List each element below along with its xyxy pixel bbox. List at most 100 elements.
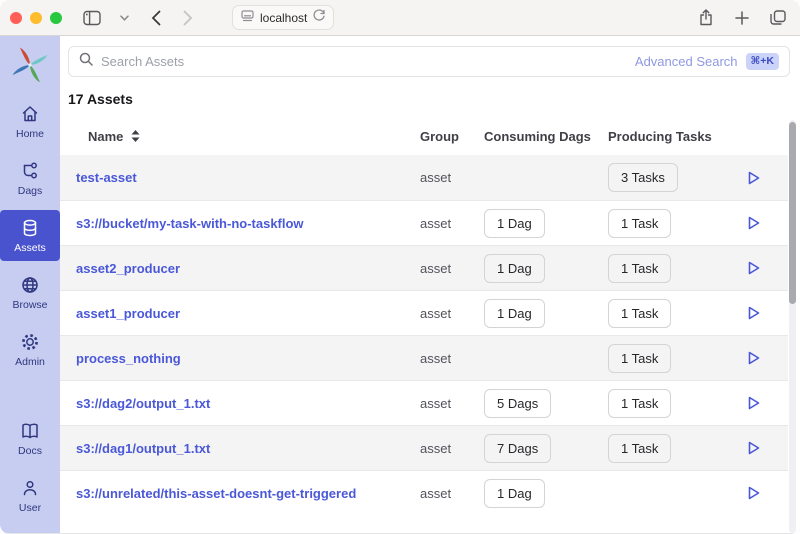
sidebar-item-docs[interactable]: Docs xyxy=(0,413,60,464)
play-icon xyxy=(748,441,760,455)
consuming-dags-button[interactable]: 1 Dag xyxy=(484,253,545,283)
toolbar-right xyxy=(694,6,790,30)
sidebar-item-label: Dags xyxy=(17,185,43,197)
search-input[interactable] xyxy=(101,54,627,69)
play-icon xyxy=(748,171,760,184)
producing-tasks-button[interactable]: 1 Task xyxy=(608,388,672,418)
asset-group: asset xyxy=(420,440,452,456)
asset-name-link[interactable]: s3://bucket/my-task-with-no-taskflow xyxy=(76,216,304,231)
trigger-asset-button[interactable] xyxy=(746,169,762,187)
asset-name-link[interactable]: test-asset xyxy=(76,170,137,185)
asset-group: asset xyxy=(420,485,452,501)
producing-tasks-button[interactable]: 1 Task xyxy=(608,433,672,463)
consuming-dags-button[interactable]: 7 Dags xyxy=(484,433,552,463)
assets-table: Name Group Consuming Dags Producing Task… xyxy=(60,117,788,515)
chevron-down-icon[interactable] xyxy=(112,6,136,30)
trigger-asset-button[interactable] xyxy=(746,214,762,232)
producing-tasks-button[interactable]: 1 Task xyxy=(608,343,672,373)
table-row: s3://bucket/my-task-with-no-taskflow ass… xyxy=(60,200,788,245)
scrollbar-thumb[interactable] xyxy=(789,122,796,304)
sidebar: Home Dags Assets Browse Admin Docs User xyxy=(0,36,60,533)
sidebar-nav: Home Dags Assets Browse Admin Docs User xyxy=(0,96,60,533)
asset-name-link[interactable]: s3://dag1/output_1.txt xyxy=(76,441,210,456)
producing-tasks-button[interactable]: 1 Task xyxy=(608,298,672,328)
home-icon xyxy=(20,104,40,124)
asset-search-box: Advanced Search ⌘+K xyxy=(68,46,790,77)
table-row: asset1_producer asset 1 Dag 1 Task xyxy=(60,290,788,335)
sidebar-item-admin[interactable]: Admin xyxy=(0,324,60,375)
consuming-dags-button[interactable]: 5 Dags xyxy=(484,388,552,418)
trigger-asset-button[interactable] xyxy=(746,349,762,367)
consuming-dags-button[interactable]: 1 Dag xyxy=(484,478,545,508)
asset-name-link[interactable]: asset1_producer xyxy=(76,306,180,321)
trigger-asset-button[interactable] xyxy=(746,259,762,277)
advanced-search-link[interactable]: Advanced Search xyxy=(635,54,738,69)
browser-toolbar: localhost xyxy=(0,0,800,36)
table-body: test-asset asset 3 Tasks s3://bucket/my-… xyxy=(60,155,788,515)
asset-group: asset xyxy=(420,215,452,231)
column-header-consuming-dags: Consuming Dags xyxy=(484,128,591,144)
new-tab-icon[interactable] xyxy=(730,6,754,30)
assets-count-heading: 17 Assets xyxy=(68,91,133,107)
sidebar-item-home[interactable]: Home xyxy=(0,96,60,147)
search-icon xyxy=(79,52,93,71)
sort-icon[interactable] xyxy=(131,130,140,142)
asset-name-link[interactable]: s3://dag2/output_1.txt xyxy=(76,396,210,411)
airflow-logo-icon[interactable] xyxy=(12,46,48,82)
share-icon[interactable] xyxy=(694,6,718,30)
close-window-button[interactable] xyxy=(10,11,22,24)
sidebar-item-label: Home xyxy=(15,128,44,140)
consuming-dags-button[interactable]: 1 Dag xyxy=(484,298,545,328)
sidebar-item-label: User xyxy=(18,502,42,514)
zoom-window-button[interactable] xyxy=(50,11,62,24)
user-icon xyxy=(20,478,40,498)
asset-group: asset xyxy=(420,170,452,185)
sidebar-item-label: Admin xyxy=(15,356,45,368)
sidebar-item-label: Browse xyxy=(12,299,48,311)
back-icon[interactable] xyxy=(144,6,168,30)
page-icon xyxy=(241,9,254,27)
sidebar-item-dags[interactable]: Dags xyxy=(0,153,60,204)
sidebar-toggle-icon[interactable] xyxy=(80,6,104,30)
play-icon xyxy=(748,351,760,365)
address-bar[interactable]: localhost xyxy=(232,5,335,30)
browser-window: localhost Home Dags Assets Browse Admin … xyxy=(0,0,800,534)
reload-icon[interactable] xyxy=(313,8,326,27)
scrollbar-track[interactable] xyxy=(789,120,796,533)
play-icon xyxy=(748,486,760,500)
table-row: process_nothing asset 1 Task xyxy=(60,335,788,380)
main-content: Advanced Search ⌘+K 17 Assets Name Group… xyxy=(60,36,800,533)
table-row: s3://dag2/output_1.txt asset 5 Dags 1 Ta… xyxy=(60,380,788,425)
sidebar-item-user[interactable]: User xyxy=(0,470,60,521)
asset-group: asset xyxy=(420,350,452,366)
tab-overview-icon[interactable] xyxy=(766,6,790,30)
forward-icon[interactable] xyxy=(176,6,200,30)
sidebar-item-label: Docs xyxy=(18,445,42,457)
play-icon xyxy=(748,306,760,320)
minimize-window-button[interactable] xyxy=(30,11,42,24)
asset-group: asset xyxy=(420,260,452,276)
column-header-group: Group xyxy=(420,128,459,144)
traffic-lights xyxy=(10,11,62,24)
producing-tasks-button[interactable]: 1 Task xyxy=(608,253,672,283)
column-header-producing-tasks: Producing Tasks xyxy=(608,128,712,144)
trigger-asset-button[interactable] xyxy=(746,304,762,322)
sidebar-item-label: Assets xyxy=(14,242,46,254)
trigger-asset-button[interactable] xyxy=(746,439,762,457)
sidebar-item-assets[interactable]: Assets xyxy=(0,210,60,261)
asset-name-link[interactable]: process_nothing xyxy=(76,351,181,366)
shortcut-badge: ⌘+K xyxy=(745,53,779,70)
browse-icon xyxy=(20,275,40,295)
trigger-asset-button[interactable] xyxy=(746,394,762,412)
trigger-asset-button[interactable] xyxy=(746,484,762,502)
producing-tasks-button[interactable]: 1 Task xyxy=(608,208,672,238)
asset-name-link[interactable]: s3://unrelated/this-asset-doesnt-get-tri… xyxy=(76,486,356,501)
url-text[interactable]: localhost xyxy=(260,11,307,25)
producing-tasks-button[interactable]: 3 Tasks xyxy=(608,163,678,192)
play-icon xyxy=(748,261,760,275)
consuming-dags-button[interactable]: 1 Dag xyxy=(484,208,545,238)
sidebar-item-browse[interactable]: Browse xyxy=(0,267,60,318)
column-header-name[interactable]: Name xyxy=(88,129,123,144)
dags-icon xyxy=(20,161,40,181)
asset-name-link[interactable]: asset2_producer xyxy=(76,261,180,276)
